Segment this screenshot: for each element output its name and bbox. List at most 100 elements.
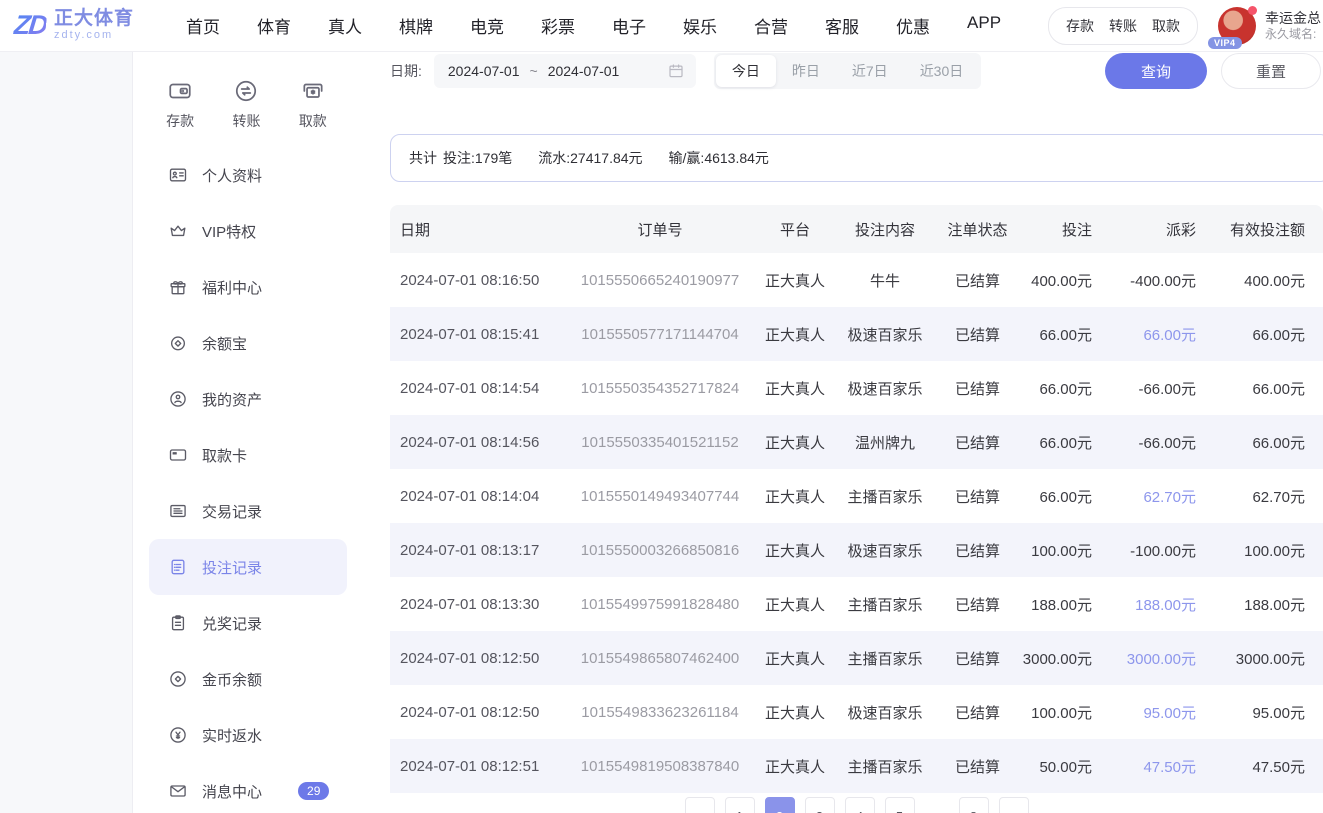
range-option-1[interactable]: 昨日 [776, 55, 836, 87]
user-chip[interactable]: VIP4 幸运金总 永久域名: [1208, 6, 1323, 49]
avatar[interactable]: VIP4 [1208, 6, 1257, 49]
sidebar-item-3[interactable]: 余额宝 [133, 315, 360, 371]
range-option-3[interactable]: 近30日 [904, 55, 980, 87]
logo[interactable]: ZD 正大体育 zdty.com [12, 8, 135, 42]
sidebar-menu: 个人资料 VIP特权福利中心余额宝 我的资产 取款卡交易记录投注记录 兑奖记录 金币余额实… [133, 147, 360, 813]
cell-bet: 400.00元 [1031, 272, 1092, 290]
rebate-icon [168, 725, 188, 745]
page-button-5[interactable]: 5 [884, 797, 915, 813]
summary-winloss: 输/赢:4613.84元 [668, 150, 769, 166]
column-header-3: 投注内容 [854, 221, 915, 239]
nav-item-1[interactable]: 体育 [257, 13, 291, 38]
header-wallet-action-0[interactable]: 存款 [1066, 16, 1094, 36]
cell-content: 温州牌九 [854, 434, 915, 452]
column-header-0: 日期 [400, 221, 431, 239]
calendar-icon [667, 62, 685, 80]
sidebar-item-7[interactable]: 投注记录 [149, 539, 347, 595]
nav-item-5[interactable]: 彩票 [541, 13, 575, 38]
quick-action-1[interactable]: 转账 [232, 78, 260, 131]
nav-item-9[interactable]: 客服 [825, 13, 859, 38]
page-button-8[interactable]: 8 [958, 797, 989, 813]
table-row: 2024-07-01 08:12:51 1015549819508387840 正大… [390, 739, 1323, 793]
pagination-ellipsis: … [925, 797, 949, 813]
quick-action-0[interactable]: 存款 [166, 78, 194, 131]
left-gutter [0, 52, 133, 813]
cell-status: 已结算 [954, 434, 1000, 452]
sidebar-item-1[interactable]: VIP特权 [133, 203, 360, 259]
quick-action-label: 转账 [232, 113, 261, 129]
sidebar-item-label: 福利中心 [202, 279, 263, 297]
nav-item-4[interactable]: 电竞 [470, 13, 504, 38]
nav-item-11[interactable]: APP [967, 13, 1001, 38]
sidebar-item-2[interactable]: 福利中心 [133, 259, 360, 315]
reset-button[interactable]: 重置 [1221, 53, 1321, 89]
date-range-input[interactable]: 2024-07-01 ~ 2024-07-01 [433, 54, 696, 88]
table-row: 2024-07-01 08:12:50 1015549865807462400 正大… [390, 631, 1323, 685]
page-button-4[interactable]: 4 [844, 797, 875, 813]
cell-platform: 正大真人 [764, 380, 825, 398]
page-button-›[interactable]: › [998, 797, 1029, 813]
nav-item-6[interactable]: 电子 [612, 13, 646, 38]
column-header-1: 订单号 [637, 221, 683, 239]
sidebar-item-10[interactable]: 实时返水 [133, 707, 360, 763]
cell-order: 1015550003266850816 [580, 541, 740, 559]
column-header-2: 平台 [779, 221, 810, 239]
header-wallet-action-1[interactable]: 转账 [1109, 16, 1137, 36]
column-header-6: 派彩 [1165, 221, 1196, 239]
sidebar-item-5[interactable]: 取款卡 [133, 427, 360, 483]
table-row: 2024-07-01 08:15:41 1015550577171144704 正大… [390, 307, 1323, 361]
sidebar-item-6[interactable]: 交易记录 [133, 483, 360, 539]
cell-valid: 400.00元 [1244, 272, 1305, 290]
nav-item-0[interactable]: 首页 [186, 13, 220, 38]
sidebar-item-11[interactable]: 消息中心 29 [133, 763, 360, 813]
nav-item-8[interactable]: 合营 [754, 13, 788, 38]
nav-item-10[interactable]: 优惠 [896, 13, 930, 38]
cell-content: 极速百家乐 [847, 542, 923, 560]
query-button[interactable]: 查询 [1105, 53, 1207, 89]
username: 幸运金总 [1265, 10, 1321, 26]
nav-item-7[interactable]: 娱乐 [683, 13, 717, 38]
cell-payout: -100.00元 [1130, 542, 1196, 560]
cell-order: 1015550335401521152 [581, 433, 739, 451]
cell-payout: 66.00元 [1143, 326, 1196, 344]
logo-title: 正大体育 [54, 8, 135, 29]
sidebar-item-label: 交易记录 [202, 503, 263, 521]
cell-valid: 47.50元 [1252, 758, 1305, 776]
cell-date: 2024-07-01 08:12:50 [400, 703, 540, 721]
range-option-0[interactable]: 今日 [715, 55, 776, 87]
cell-payout: 3000.00元 [1126, 650, 1196, 668]
page-button-2[interactable]: 2 [764, 797, 795, 813]
table-body: 2024-07-01 08:16:50 1015550665240190977 正大… [390, 253, 1323, 793]
cell-order: 1015550665240190977 [580, 271, 740, 289]
nav-item-3[interactable]: 棋牌 [399, 13, 433, 38]
summary-bar: 共计 投注:179笔 流水:27417.84元 输/赢:4613.84元 [390, 134, 1323, 182]
sidebar-item-0[interactable]: 个人资料 [133, 147, 360, 203]
page-button-3[interactable]: 3 [804, 797, 835, 813]
transfer-icon [233, 78, 259, 104]
sidebar-item-label: VIP特权 [202, 223, 257, 241]
sidebar-item-9[interactable]: 金币余额 [133, 651, 360, 707]
cell-content: 主播百家乐 [847, 488, 923, 506]
withdraw-icon [300, 78, 326, 104]
cell-status: 已结算 [954, 758, 1000, 776]
page-button-‹[interactable]: ‹ [684, 797, 715, 813]
table-row: 2024-07-01 08:14:56 1015550335401521152 正大… [390, 415, 1323, 469]
summary-turnover: 流水:27417.84元 [538, 150, 643, 166]
page-button-1[interactable]: 1 [724, 797, 755, 813]
table-header-row: 日期 订单号 平台 投注内容 注单状态 投注 派彩 有效投注额 [390, 205, 1323, 253]
summary-prefix: 共计 [409, 150, 437, 166]
cell-valid: 188.00元 [1244, 596, 1305, 614]
cell-order: 1015549833623261184 [581, 703, 739, 721]
yuebao-icon [168, 333, 188, 353]
range-option-2[interactable]: 近7日 [836, 55, 904, 87]
sidebar-item-4[interactable]: 我的资产 [133, 371, 360, 427]
header-wallet-action-2[interactable]: 取款 [1152, 16, 1180, 36]
cell-payout: -400.00元 [1130, 272, 1196, 290]
cell-bet: 66.00元 [1039, 488, 1092, 506]
nav-item-2[interactable]: 真人 [328, 13, 362, 38]
cell-date: 2024-07-01 08:13:30 [400, 595, 540, 613]
quick-action-2[interactable]: 取款 [299, 78, 327, 131]
wallet-actions: 存款 转账 取款 [1048, 7, 1198, 45]
cell-bet: 66.00元 [1039, 434, 1092, 452]
sidebar-item-8[interactable]: 兑奖记录 [133, 595, 360, 651]
